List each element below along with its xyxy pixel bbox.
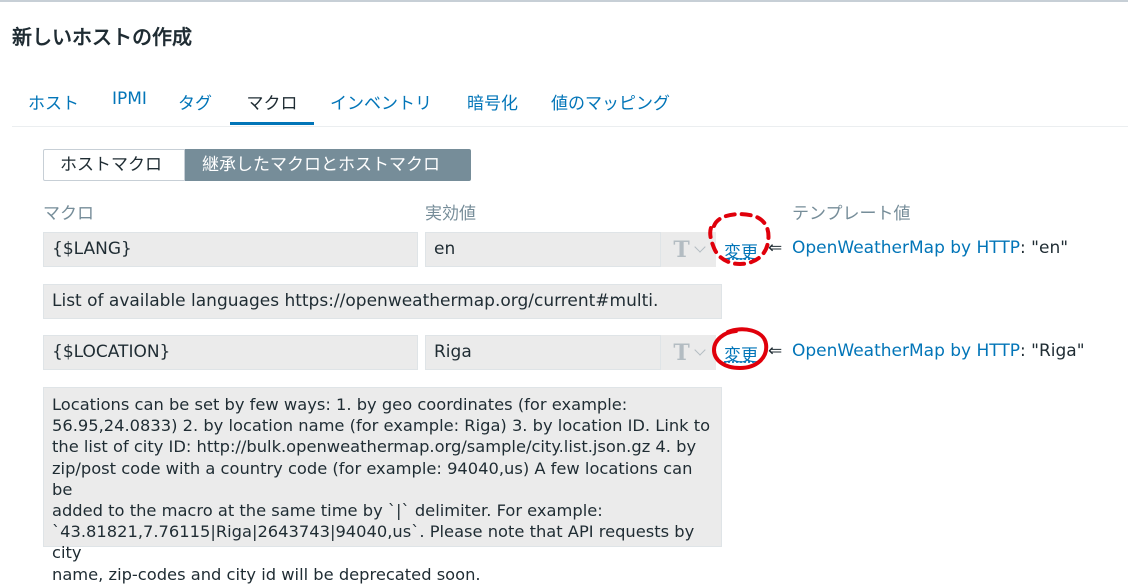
macro-view-switch: ホストマクロ 継承したマクロとホストマクロ [43, 149, 471, 181]
template-value-text: : "en" [1020, 238, 1069, 258]
text-type-icon: T [673, 236, 690, 263]
tab-host[interactable]: ホスト [28, 89, 79, 125]
description-line: added to the macro at the same time by `… [52, 501, 603, 521]
macro-name-field[interactable]: {$LOCATION} [43, 335, 418, 370]
tab-encryption[interactable]: 暗号化 [467, 89, 518, 125]
description-line: zip/post code with a country code (for e… [52, 458, 693, 499]
macro-description-field[interactable]: List of available languages https://open… [43, 284, 722, 319]
tab-value-mapping[interactable]: 値のマッピング [551, 89, 670, 125]
column-header-effective-value: 実効値 [425, 204, 476, 224]
column-header-macro: マクロ [43, 204, 94, 224]
description-line: the list of city ID: http://bulk.openwea… [52, 437, 697, 457]
tab-ipmi[interactable]: IPMI [112, 89, 147, 125]
description-line: Locations can be set by few ways: 1. by … [52, 395, 628, 414]
inherit-arrow-icon: ⇐ [768, 238, 783, 258]
description-line: 56.95,24.0833) 2. by location name (for … [52, 416, 711, 436]
template-value-text: : "Riga" [1020, 341, 1085, 361]
tab-inventory[interactable]: インベントリ [330, 89, 432, 125]
chevron-down-icon [694, 344, 706, 356]
inherit-arrow-icon: ⇐ [768, 341, 783, 361]
description-line: `43.81821,7.76115|Riga|2643743|94040,us`… [52, 522, 695, 563]
template-value: OpenWeatherMap by HTTP: "en" [792, 238, 1068, 258]
top-border [0, 0, 1128, 2]
column-header-template-value: テンプレート値 [792, 204, 911, 224]
macro-name-field[interactable]: {$LANG} [43, 232, 418, 267]
change-button[interactable]: 変更 [724, 238, 758, 263]
inherited-macros-button[interactable]: 継承したマクロとホストマクロ [185, 149, 471, 181]
host-macros-button[interactable]: ホストマクロ [43, 149, 185, 181]
change-button[interactable]: 変更 [724, 341, 758, 366]
chevron-down-icon [694, 241, 706, 253]
description-line: name, zip-codes and city id will be depr… [52, 564, 481, 584]
text-type-icon: T [673, 339, 690, 366]
template-link[interactable]: OpenWeatherMap by HTTP [792, 238, 1020, 258]
tab-tags[interactable]: タグ [178, 89, 212, 125]
macro-value-text: Riga [434, 342, 472, 362]
template-link[interactable]: OpenWeatherMap by HTTP [792, 341, 1020, 361]
template-value: OpenWeatherMap by HTTP: "Riga" [792, 341, 1085, 361]
page-title: 新しいホストの作成 [12, 25, 192, 49]
value-type-selector[interactable]: T [660, 335, 716, 370]
tab-bar: ホスト IPMI タグ マクロ インベントリ 暗号化 値のマッピング [12, 84, 1128, 127]
value-type-selector[interactable]: T [660, 232, 716, 267]
tab-macros[interactable]: マクロ [230, 89, 314, 125]
macro-description-field[interactable]: Locations can be set by few ways: 1. by … [43, 387, 722, 584]
macro-value-text: en [434, 239, 456, 259]
